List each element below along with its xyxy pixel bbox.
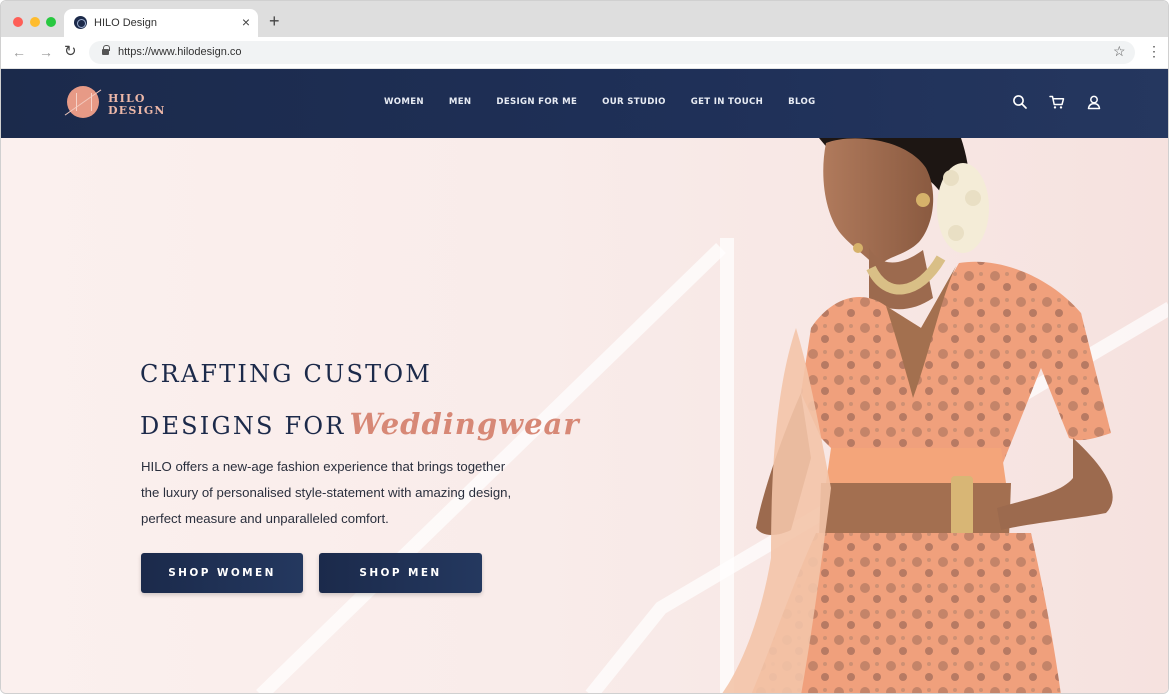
url-text[interactable]: https://www.hilodesign.co (118, 46, 242, 58)
browser-menu-icon[interactable]: ⋮ (1147, 42, 1161, 60)
browser-toolbar: ← → ↻ https://www.hilodesign.co ☆ ⋮ (1, 37, 1168, 69)
nav-item-blog[interactable]: BLOG (788, 97, 815, 111)
nav-item-design-for-me[interactable]: DESIGN FOR ME (496, 97, 577, 111)
back-arrow-icon[interactable]: ← (12, 43, 26, 61)
site-header: HILO DESIGN WOMEN MEN DESIGN FOR ME OUR … (1, 69, 1168, 138)
shop-men-button[interactable]: SHOP MEN (319, 553, 482, 593)
logo-mark-icon (67, 86, 99, 118)
address-bar[interactable]: https://www.hilodesign.co (89, 41, 1135, 64)
hero-model-image (722, 138, 1113, 693)
nav-item-men[interactable]: MEN (449, 97, 472, 111)
tab-close-icon[interactable]: × (242, 14, 250, 30)
bookmark-star-icon[interactable]: ☆ (1113, 42, 1126, 60)
headline-accent: Weddingwear (349, 407, 580, 441)
nav-item-our-studio[interactable]: OUR STUDIO (602, 97, 666, 111)
hero-headline: CRAFTING CUSTOM DESIGNS FOR Weddingwear (140, 360, 580, 448)
hero-description-line: the luxury of personalised style-stateme… (141, 485, 512, 500)
hero-section: CRAFTING CUSTOM DESIGNS FOR Weddingwear H… (1, 138, 1168, 693)
lock-icon (102, 45, 110, 55)
maximize-window-button[interactable] (46, 17, 56, 27)
nav-item-women[interactable]: WOMEN (384, 97, 424, 111)
tab-title: HILO Design (94, 17, 157, 29)
cart-icon[interactable] (1049, 94, 1065, 110)
new-tab-button[interactable]: + (269, 11, 280, 31)
headline-line-1: CRAFTING CUSTOM (140, 360, 432, 388)
logo-text-design: DESIGN (108, 104, 166, 117)
minimize-window-button[interactable] (30, 17, 40, 27)
browser-tab[interactable]: HILO Design × (64, 9, 258, 37)
headline-line-2-text: DESIGNS FOR (140, 412, 346, 440)
nav-item-get-in-touch[interactable]: GET IN TOUCH (691, 97, 763, 111)
hero-description-line: HILO offers a new-age fashion experience… (141, 459, 506, 474)
account-icon[interactable] (1086, 94, 1102, 110)
hero-description: HILO offers a new-age fashion experience… (141, 454, 551, 532)
close-window-button[interactable] (13, 17, 23, 27)
main-navigation: WOMEN MEN DESIGN FOR ME OUR STUDIO GET I… (384, 97, 815, 111)
hero-description-line: perfect measure and unparalleled comfort… (141, 511, 389, 526)
shop-women-button[interactable]: SHOP WOMEN (141, 553, 303, 593)
headline-line-2: DESIGNS FOR Weddingwear (140, 404, 580, 448)
forward-arrow-icon[interactable]: → (39, 43, 53, 61)
favicon-icon (74, 16, 87, 29)
site-logo[interactable]: HILO DESIGN (63, 85, 166, 121)
reload-icon[interactable]: ↻ (64, 43, 77, 61)
tab-strip: HILO Design × + (1, 1, 1168, 37)
search-icon[interactable] (1012, 94, 1028, 110)
browser-window: HILO Design × + ← → ↻ https://www.hilode… (0, 0, 1169, 694)
